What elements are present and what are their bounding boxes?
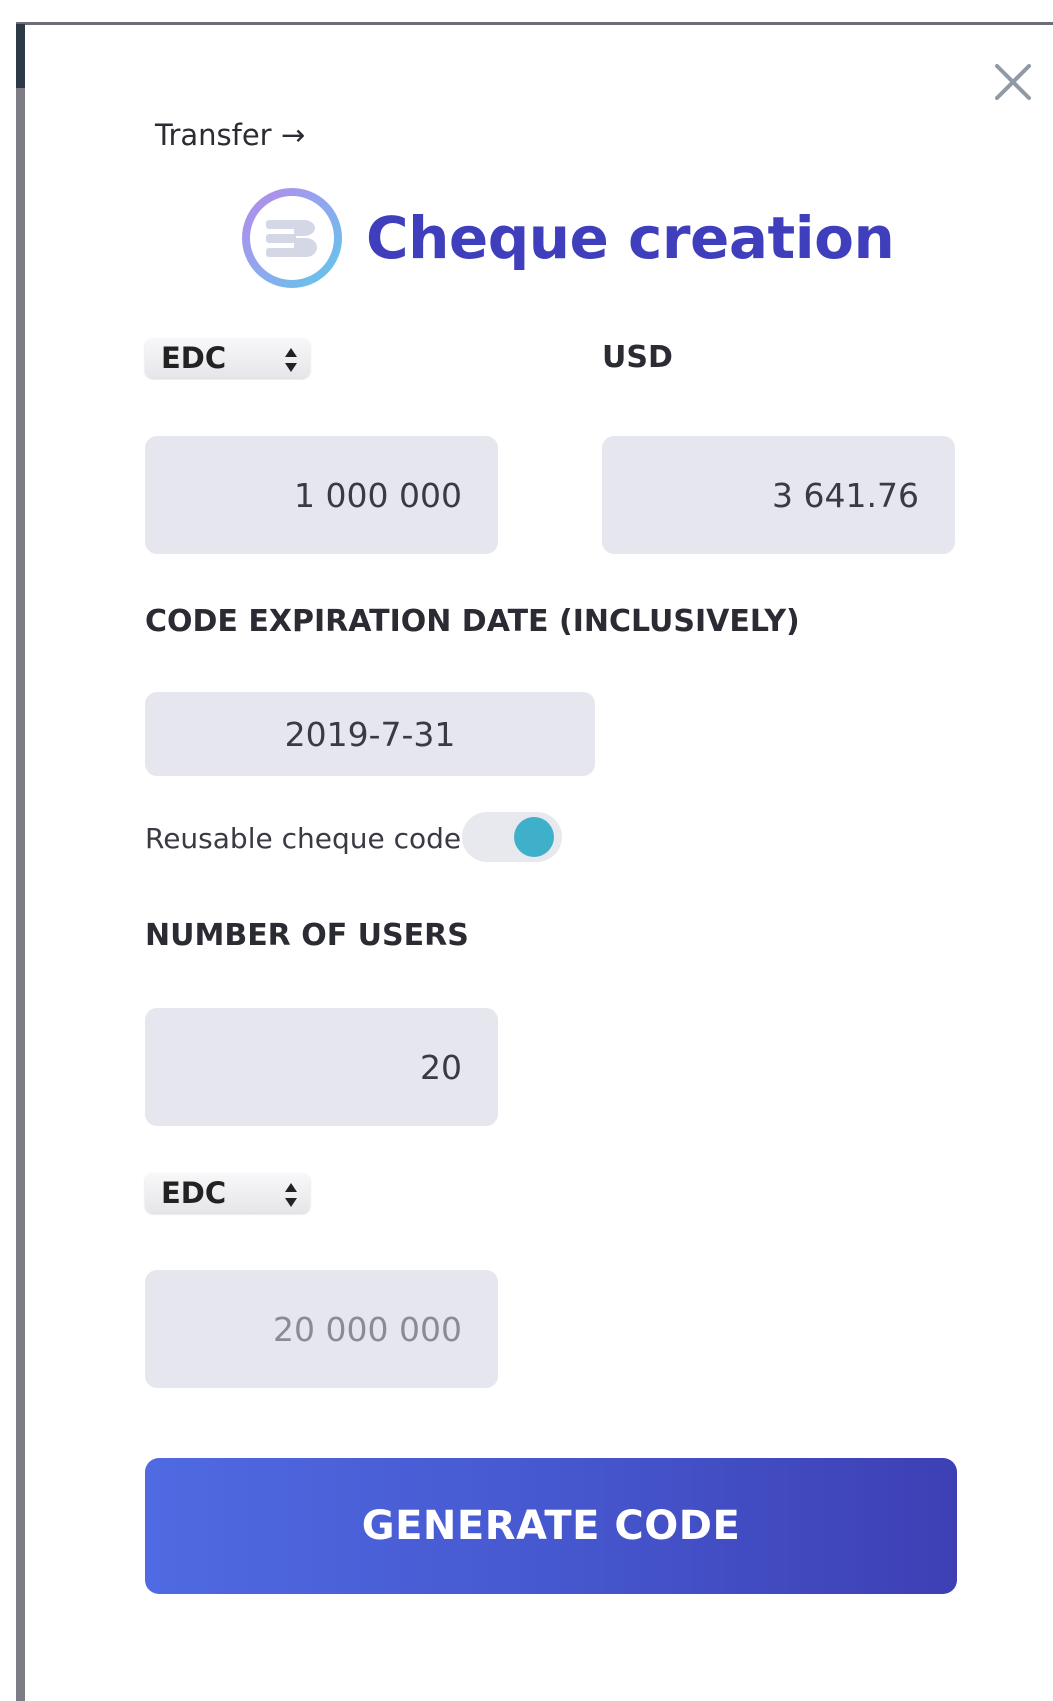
converted-amount-input[interactable]: 3 641.76 <box>602 436 955 554</box>
reusable-code-toggle[interactable] <box>462 812 562 862</box>
page-title: Cheque creation <box>366 204 895 272</box>
total-currency-select[interactable]: EDC <box>145 1173 310 1213</box>
total-currency-select-value: EDC <box>161 1176 227 1210</box>
generate-code-button[interactable]: GENERATE CODE <box>145 1458 957 1594</box>
backdrop-left-edge <box>16 24 25 1701</box>
amount-input[interactable]: 1 000 000 <box>145 436 498 554</box>
toggle-knob <box>514 817 554 857</box>
close-icon[interactable] <box>993 62 1033 102</box>
transfer-link[interactable]: Transfer → <box>155 118 305 152</box>
eb-logo-icon <box>240 186 344 290</box>
select-arrows-icon <box>284 1179 298 1207</box>
backdrop-left-edge-dark <box>16 24 25 88</box>
expiration-date-label: CODE EXPIRATION DATE (INCLUSIVELY) <box>145 604 800 639</box>
expiration-date-input[interactable]: 2019-7-31 <box>145 692 595 776</box>
select-arrows-icon <box>284 344 298 372</box>
reusable-code-label: Reusable cheque code <box>145 822 462 855</box>
number-of-users-input[interactable]: 20 <box>145 1008 498 1126</box>
total-amount-field: 20 000 000 <box>145 1270 498 1388</box>
title-row: Cheque creation <box>240 186 895 290</box>
currency-select[interactable]: EDC <box>145 338 310 378</box>
converted-currency-label: USD <box>602 340 673 375</box>
currency-select-value: EDC <box>161 341 227 375</box>
number-of-users-label: NUMBER OF USERS <box>145 918 469 953</box>
